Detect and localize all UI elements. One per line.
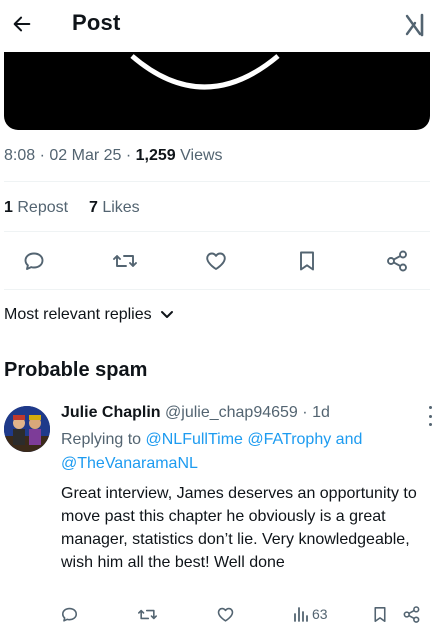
reply-action-bar: 63 bbox=[0, 600, 443, 628]
more-options-button[interactable] bbox=[425, 406, 435, 426]
grok-icon bbox=[405, 13, 424, 37]
chevron-down-icon bbox=[160, 311, 173, 318]
share-button[interactable] bbox=[380, 245, 414, 277]
reply-views-button[interactable]: 63 bbox=[293, 600, 328, 628]
reply-button[interactable] bbox=[17, 245, 51, 277]
views-count: 1,259 bbox=[135, 147, 176, 164]
reply-bookmark-button[interactable] bbox=[371, 600, 389, 628]
post-date: 02 Mar 25 bbox=[49, 147, 122, 164]
post-meta: 8:08 · 02 Mar 25 · 1,259 Views bbox=[4, 147, 223, 164]
back-button[interactable] bbox=[8, 8, 36, 40]
bookmark-icon bbox=[300, 251, 314, 271]
bookmark-button[interactable] bbox=[290, 245, 324, 277]
reposts-count: 1 bbox=[4, 199, 13, 216]
bar-chart-icon bbox=[294, 607, 308, 622]
reply-text: Great interview, James deserves an oppor… bbox=[61, 485, 417, 571]
replying-to: Replying to @NLFullTime @FATrophy and @T… bbox=[61, 428, 431, 476]
reply-author-handle[interactable]: @julie_chap94659 bbox=[165, 404, 298, 421]
views-label: Views bbox=[180, 147, 223, 164]
reply-like-button[interactable] bbox=[216, 600, 235, 628]
reply-author-name[interactable]: Julie Chaplin bbox=[61, 404, 161, 421]
reply[interactable]: Julie Chaplin @julie_chap94659 · 1d Repl… bbox=[61, 404, 431, 574]
comment-icon bbox=[61, 607, 78, 622]
media-graphic bbox=[130, 54, 280, 90]
share-icon bbox=[403, 605, 420, 623]
repost-icon bbox=[138, 609, 157, 619]
reply-reply-button[interactable] bbox=[60, 600, 79, 628]
heart-icon bbox=[217, 607, 234, 622]
post-media[interactable] bbox=[4, 52, 430, 130]
replies-sort-label: Most relevant replies bbox=[4, 306, 152, 323]
repost-icon bbox=[113, 255, 137, 267]
divider bbox=[4, 231, 430, 232]
post-action-bar bbox=[0, 245, 443, 277]
arrow-left-icon bbox=[13, 16, 31, 32]
page-title: Post bbox=[72, 10, 121, 35]
replies-sort-dropdown[interactable]: Most relevant replies bbox=[4, 306, 174, 324]
divider bbox=[4, 289, 430, 290]
comment-icon bbox=[24, 252, 44, 270]
divider bbox=[4, 181, 430, 182]
share-icon bbox=[387, 250, 407, 272]
likes-count: 7 bbox=[88, 199, 98, 216]
mention-link[interactable]: @FATrophy bbox=[247, 431, 331, 448]
top-bar: Post bbox=[0, 0, 443, 56]
likes-label: Likes bbox=[102, 199, 140, 216]
reposts-stat[interactable]: 1 Repost bbox=[4, 199, 68, 216]
section-title: Probable spam bbox=[4, 359, 148, 381]
mention-and: and bbox=[335, 431, 363, 448]
avatar-image bbox=[4, 406, 50, 452]
more-vertical-icon bbox=[428, 406, 432, 409]
mention-link[interactable]: @TheVanaramaNL bbox=[61, 455, 198, 472]
like-button[interactable] bbox=[199, 245, 233, 277]
reply-share-button[interactable] bbox=[402, 600, 421, 628]
mention-link[interactable]: @NLFullTime bbox=[146, 431, 243, 448]
reposts-label: Repost bbox=[17, 199, 69, 216]
reply-time: 1d bbox=[312, 404, 330, 421]
avatar[interactable] bbox=[4, 406, 50, 452]
heart-icon bbox=[206, 252, 226, 270]
replying-to-label: Replying to bbox=[61, 431, 142, 448]
bookmark-icon bbox=[374, 606, 386, 622]
grok-button[interactable] bbox=[401, 10, 431, 40]
reply-repost-button[interactable] bbox=[137, 600, 158, 628]
reply-header: Julie Chaplin @julie_chap94659 · 1d bbox=[61, 404, 330, 421]
reply-views-count: 63 bbox=[312, 606, 328, 622]
engagement-stats: 1 Repost 7 Likes bbox=[4, 199, 140, 217]
repost-button[interactable] bbox=[108, 245, 142, 277]
post-time: 8:08 bbox=[4, 147, 36, 164]
likes-stat[interactable]: 7 Likes bbox=[89, 199, 140, 216]
